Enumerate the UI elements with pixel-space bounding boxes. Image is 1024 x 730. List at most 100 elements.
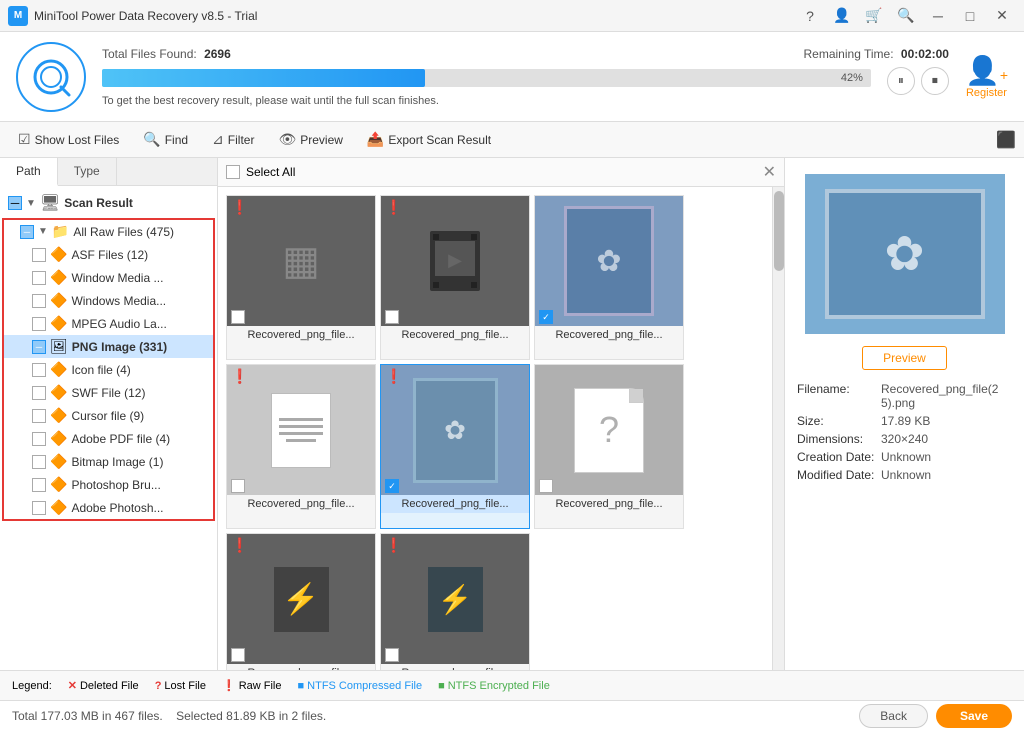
export-scan-button[interactable]: 📤 Export Scan Result xyxy=(357,127,501,152)
preview-icon: 👁 xyxy=(278,131,296,148)
thumb-item-7[interactable]: ⚡ ❗ Recovered_png_file... xyxy=(226,533,376,670)
select-all-check[interactable] xyxy=(226,165,240,179)
share-icon[interactable]: ⬛ xyxy=(996,132,1016,149)
tree-item-cursor[interactable]: 🔶 Cursor file (9) xyxy=(4,404,213,427)
thumb-item-2[interactable]: ▶ ❗ Recovered_png_file... xyxy=(380,195,530,360)
window-media-check[interactable] xyxy=(32,271,46,285)
close-button[interactable]: ✕ xyxy=(988,2,1016,30)
tree-item-adobe-photoshop[interactable]: 🔶 Adobe Photosh... xyxy=(4,496,213,519)
tree-item-windows-media[interactable]: 🔶 Windows Media... xyxy=(4,289,213,312)
legend-lost-label: Lost File xyxy=(164,680,206,692)
minimize-button[interactable]: ─ xyxy=(924,2,952,30)
all-raw-expand-icon: ▼ xyxy=(38,226,48,237)
tree-item-bitmap[interactable]: 🔶 Bitmap Image (1) xyxy=(4,450,213,473)
file-info: Filename: Recovered_png_file(25).png Siz… xyxy=(797,382,1012,486)
tree-item-photoshop-brush[interactable]: 🔶 Photoshop Bru... xyxy=(4,473,213,496)
tree-item-png[interactable]: ─ 🖼 PNG Image (331) xyxy=(4,335,213,358)
register-icon: 👤+ xyxy=(965,54,1008,87)
thumb-check-5[interactable]: ✓ xyxy=(385,479,399,493)
total-files-label: Total Files Found: xyxy=(102,47,197,61)
cursor-label: Cursor file (9) xyxy=(71,409,144,423)
grid-row-1: ▦ ❗ Recovered_png_file... xyxy=(226,195,764,360)
bitmap-check[interactable] xyxy=(32,455,46,469)
tree-item-pdf[interactable]: 🔶 Adobe PDF file (4) xyxy=(4,427,213,450)
select-all-label: Select All xyxy=(246,165,295,179)
maximize-button[interactable]: □ xyxy=(956,2,984,30)
preview-flower-icon: ✿ xyxy=(884,226,924,282)
pdf-check[interactable] xyxy=(32,432,46,446)
thumb-item-8[interactable]: ⚡ ❗ Recovered_png_file... xyxy=(380,533,530,670)
thumb-label-4: Recovered_png_file... xyxy=(227,495,375,513)
tree-item-scan-result[interactable]: ─ ▼ 🖥 Scan Result xyxy=(0,190,217,216)
thumb-item-3[interactable]: ✿ ✓ Recovered_png_file... xyxy=(534,195,684,360)
thumb-check-3[interactable]: ✓ xyxy=(539,310,553,324)
main-area: Path Type ─ ▼ 🖥 Scan Result ─ ▼ 📁 All Ra… xyxy=(0,158,1024,670)
thumb-check-6[interactable] xyxy=(539,479,553,493)
thumb-item-4[interactable]: ❗ Recovered_png_file... xyxy=(226,364,376,529)
thumb-img-1: ▦ xyxy=(227,196,375,326)
thumb-check-2[interactable] xyxy=(385,310,399,324)
cursor-check[interactable] xyxy=(32,409,46,423)
tab-path[interactable]: Path xyxy=(0,158,58,186)
tree-item-mpeg[interactable]: 🔶 MPEG Audio La... xyxy=(4,312,213,335)
select-all[interactable]: Select All xyxy=(226,165,295,179)
swf-icon: 🔶 xyxy=(50,384,67,401)
thumb-label-2: Recovered_png_file... xyxy=(381,326,529,344)
tree-item-window-media[interactable]: 🔶 Window Media ... xyxy=(4,266,213,289)
scan-result-check[interactable]: ─ xyxy=(8,196,22,210)
swf-check[interactable] xyxy=(32,386,46,400)
asf-check[interactable] xyxy=(32,248,46,262)
remaining-value: 00:02:00 xyxy=(901,47,949,61)
total-files-value: 2696 xyxy=(204,47,231,61)
photoshop-check[interactable] xyxy=(32,501,46,515)
scan-result-icon: 🖥 xyxy=(40,193,60,213)
find-button[interactable]: 🔍 Find xyxy=(133,127,198,152)
png-check[interactable]: ─ xyxy=(32,340,46,354)
mpeg-check[interactable] xyxy=(32,317,46,331)
thumb-check-4[interactable] xyxy=(231,479,245,493)
thumb-item-5[interactable]: ✿ ✓ ❗ Recovered_png_file... xyxy=(380,364,530,529)
help-button[interactable]: ? xyxy=(796,2,824,30)
stop-button[interactable]: ⏹ xyxy=(921,67,949,95)
thumb-item-1[interactable]: ▦ ❗ Recovered_png_file... xyxy=(226,195,376,360)
preview-button[interactable]: 👁 Preview xyxy=(268,127,352,152)
titlebar-controls: ? 👤 🛒 🔍 ─ □ ✕ xyxy=(796,2,1016,30)
icon-file-check[interactable] xyxy=(32,363,46,377)
pause-button[interactable]: ⏸ xyxy=(887,67,915,95)
brush-check[interactable] xyxy=(32,478,46,492)
thumb-check-8[interactable] xyxy=(385,648,399,662)
thumb-label-6: Recovered_png_file... xyxy=(535,495,683,513)
thumb-label-1: Recovered_png_file... xyxy=(227,326,375,344)
scan-result-label: Scan Result xyxy=(64,196,133,210)
search-button[interactable]: 🔍 xyxy=(892,2,920,30)
back-button[interactable]: Back xyxy=(859,704,928,728)
preview-action-button[interactable]: Preview xyxy=(862,346,947,370)
show-lost-files-button[interactable]: ☑ Show Lost Files xyxy=(8,127,129,152)
window-media-label: Window Media ... xyxy=(71,271,163,285)
thumb-check-1[interactable] xyxy=(231,310,245,324)
close-grid-button[interactable]: ✕ xyxy=(763,162,776,182)
scrollbar-thumb[interactable] xyxy=(774,191,784,271)
tab-type[interactable]: Type xyxy=(58,158,117,185)
save-button[interactable]: Save xyxy=(936,704,1012,728)
tree-item-all-raw[interactable]: ─ ▼ 📁 All Raw Files (475) xyxy=(4,220,213,243)
register-button[interactable]: 👤+ Register xyxy=(965,54,1008,99)
user-button[interactable]: 👤 xyxy=(828,2,856,30)
windows-media-check[interactable] xyxy=(32,294,46,308)
legend-bar: Legend: ✕ Deleted File ? Lost File ❗ Raw… xyxy=(0,670,1024,700)
statusbar: Total 177.03 MB in 467 files. Selected 8… xyxy=(0,700,1024,730)
filter-icon: ⊿ xyxy=(212,131,224,148)
tree-item-asf[interactable]: 🔶 ASF Files (12) xyxy=(4,243,213,266)
thumb-check-7[interactable] xyxy=(231,648,245,662)
cart-button[interactable]: 🛒 xyxy=(860,2,888,30)
tree-item-icon-file[interactable]: 🔶 Icon file (4) xyxy=(4,358,213,381)
header-message: To get the best recovery result, please … xyxy=(102,95,949,107)
filter-button[interactable]: ⊿ Filter xyxy=(202,127,264,152)
tree-bordered-section: ─ ▼ 📁 All Raw Files (475) 🔶 ASF Files (1… xyxy=(2,218,215,521)
vertical-scrollbar[interactable] xyxy=(772,187,784,670)
thumb-item-6[interactable]: ? Recovered_png_file... xyxy=(534,364,684,529)
all-raw-check[interactable]: ─ xyxy=(20,225,34,239)
grid-inner[interactable]: ▦ ❗ Recovered_png_file... xyxy=(218,187,772,670)
legend-title: Legend: xyxy=(12,680,52,692)
tree-item-swf[interactable]: 🔶 SWF File (12) xyxy=(4,381,213,404)
